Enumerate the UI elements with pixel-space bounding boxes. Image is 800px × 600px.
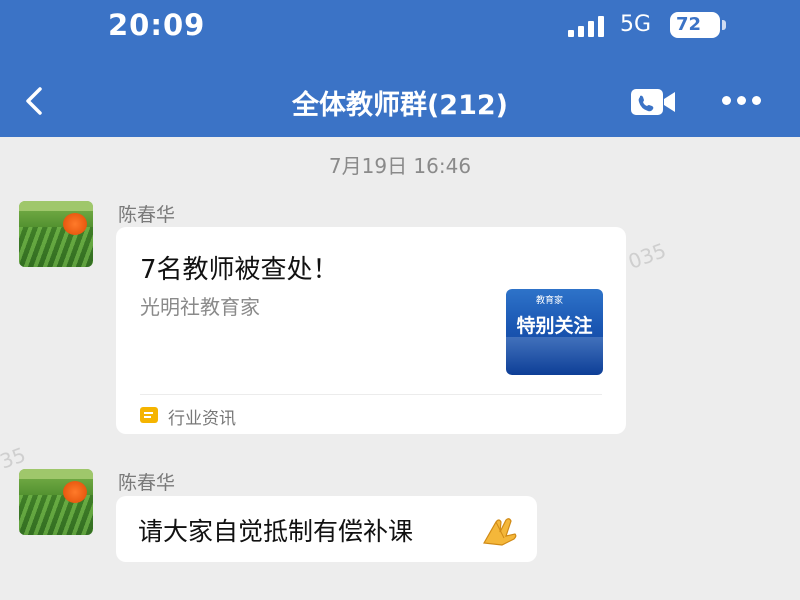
- battery-tip: [722, 20, 726, 30]
- signal-icon: [568, 15, 608, 37]
- status-time: 20:09: [108, 8, 206, 42]
- avatar-flower: [63, 481, 87, 503]
- message-text: 请大家自觉抵制有偿补课: [138, 517, 414, 546]
- chat-title: 全体教师群(212): [291, 90, 509, 121]
- watermark: 035: [625, 238, 670, 274]
- article-title: 7名教师被查处！: [140, 255, 339, 285]
- article-category-icon: [140, 407, 158, 423]
- battery-level: 72: [676, 14, 702, 35]
- avatar-sky: [19, 201, 93, 211]
- top-bar: 20:09 5G 72 全体教师群(212): [0, 0, 800, 137]
- avatar[interactable]: [19, 469, 93, 535]
- article-thumbnail: 教育家 特别关注: [506, 289, 603, 375]
- card-divider: [140, 394, 602, 395]
- message-bubble[interactable]: 请大家自觉抵制有偿补课: [116, 496, 537, 562]
- network-type: 5G: [620, 12, 652, 37]
- avatar-flower: [63, 213, 87, 235]
- avatar[interactable]: [19, 201, 93, 267]
- thumbnail-reflection: [506, 337, 603, 375]
- sender-name: 陈春华: [118, 204, 176, 226]
- article-card[interactable]: 7名教师被查处！ 光明社教育家 教育家 特别关注 行业资讯: [116, 227, 626, 434]
- video-call-icon[interactable]: [630, 88, 676, 116]
- avatar-sky: [19, 469, 93, 479]
- article-category: 行业资讯: [168, 409, 236, 429]
- sender-name: 陈春华: [118, 472, 176, 494]
- folded-hands-icon: [483, 518, 517, 546]
- thumbnail-text: 特别关注: [516, 315, 593, 337]
- thumbnail-logo: 教育家: [536, 296, 564, 306]
- battery-icon: 72: [670, 12, 720, 38]
- more-icon[interactable]: [722, 96, 762, 108]
- article-source: 光明社教育家: [140, 295, 260, 319]
- chat-timestamp: 7月19日 16:46: [328, 154, 472, 178]
